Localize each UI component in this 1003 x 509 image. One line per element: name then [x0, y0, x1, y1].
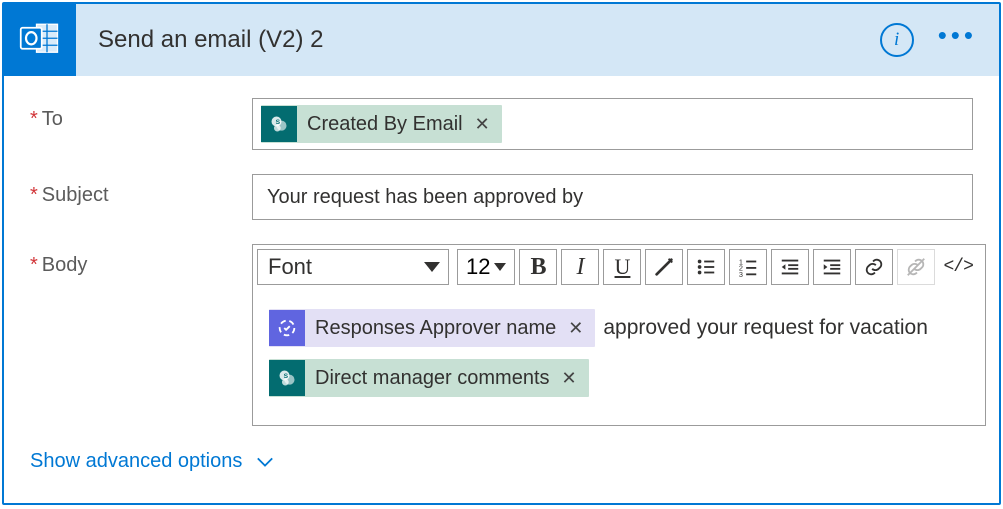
card-header: Send an email (V2) 2 i •••: [4, 4, 999, 76]
label-body: *Body: [30, 244, 252, 426]
numbered-list-button[interactable]: 123: [729, 249, 767, 285]
token-created-by-email[interactable]: S Created By Email ✕: [261, 105, 502, 143]
sharepoint-icon: S: [269, 360, 305, 396]
token-label: Responses Approver name: [315, 307, 556, 349]
underline-button[interactable]: U: [603, 249, 641, 285]
field-row-subject: *Subject: [30, 174, 973, 220]
close-icon[interactable]: ✕: [566, 307, 585, 349]
token-label: Created By Email: [307, 113, 463, 136]
body-text: approved your request for vacation: [603, 307, 928, 349]
subject-text-input[interactable]: [261, 182, 964, 213]
svg-text:3: 3: [739, 270, 743, 278]
close-icon[interactable]: ✕: [560, 357, 579, 399]
chevron-down-icon: [424, 262, 440, 272]
card-title: Send an email (V2) 2: [98, 26, 880, 54]
body-editor: Font 12 B I U: [252, 244, 986, 426]
field-row-to: *To S Created By Email ✕: [30, 98, 973, 150]
outlook-icon: [4, 4, 76, 76]
svg-text:S: S: [284, 373, 289, 380]
bullet-list-button[interactable]: [687, 249, 725, 285]
chevron-down-icon: [256, 456, 274, 468]
card-body: *To S Created By Email ✕ *Subject: [4, 76, 999, 503]
show-advanced-options-link[interactable]: Show advanced options: [30, 450, 274, 473]
outdent-button[interactable]: [771, 249, 809, 285]
font-color-button[interactable]: [645, 249, 683, 285]
info-icon[interactable]: i: [880, 23, 914, 57]
subject-input[interactable]: [252, 174, 973, 220]
bold-button[interactable]: B: [519, 249, 557, 285]
rich-text-toolbar: Font 12 B I U: [253, 245, 985, 289]
more-menu-icon[interactable]: •••: [938, 30, 977, 50]
link-button[interactable]: [855, 249, 893, 285]
to-input[interactable]: S Created By Email ✕: [252, 98, 973, 150]
body-line-1: Responses Approver name ✕ approved your …: [269, 307, 969, 349]
unlink-button[interactable]: [897, 249, 935, 285]
body-content[interactable]: Responses Approver name ✕ approved your …: [253, 289, 985, 425]
token-direct-manager-comments[interactable]: S Direct manager comments ✕: [269, 359, 589, 397]
chevron-down-icon: [494, 263, 506, 271]
approvals-icon: [269, 310, 305, 346]
label-subject: *Subject: [30, 174, 252, 220]
close-icon[interactable]: ✕: [473, 114, 492, 135]
code-view-button[interactable]: </>: [939, 249, 976, 285]
body-line-2: S Direct manager comments ✕: [269, 359, 969, 397]
field-row-body: *Body Font 12 B I U: [30, 244, 973, 426]
indent-button[interactable]: [813, 249, 851, 285]
svg-text:S: S: [276, 119, 281, 126]
font-select[interactable]: Font: [257, 249, 449, 285]
token-label: Direct manager comments: [315, 357, 550, 399]
action-card-send-email: Send an email (V2) 2 i ••• *To S Created…: [2, 2, 1001, 505]
sharepoint-icon: S: [261, 106, 297, 142]
italic-button[interactable]: I: [561, 249, 599, 285]
label-to: *To: [30, 98, 252, 150]
token-responses-approver-name[interactable]: Responses Approver name ✕: [269, 309, 595, 347]
font-size-select[interactable]: 12: [457, 249, 515, 285]
